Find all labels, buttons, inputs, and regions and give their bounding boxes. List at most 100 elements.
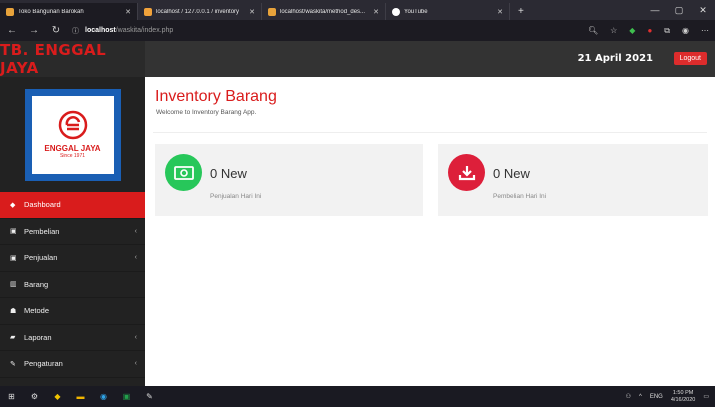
youtube-favicon-icon xyxy=(392,7,400,16)
extension-icon[interactable]: ◆ xyxy=(629,26,635,35)
sidebar-item-label: Pembelian xyxy=(24,226,60,236)
browser-tab-2[interactable]: localhost / 127.0.0.1 / inventory ✕ xyxy=(138,3,262,20)
close-tab-icon[interactable]: ✕ xyxy=(125,8,131,16)
sidebar-item-label: Penjualan xyxy=(24,253,58,263)
sidebar-item-label: Metode xyxy=(24,306,50,316)
chevron-up-icon[interactable]: ^ xyxy=(639,394,642,400)
chevron-left-icon: ‹ xyxy=(134,360,137,368)
money-icon: ▣ xyxy=(10,228,17,236)
sidebar-item-pembelian[interactable]: ▣ Pembelian ‹ xyxy=(0,219,145,245)
dashboard-icon: ◆ xyxy=(10,201,16,209)
tab-title: localhost/waskita/method_des... xyxy=(280,8,366,15)
chevron-left-icon: ‹ xyxy=(134,227,137,235)
browser-extensions: 🔍︎ ☆ ◆ ● ⧉ ◉ ⋯ xyxy=(588,26,709,36)
close-window-icon[interactable]: ✕ xyxy=(691,5,715,16)
clock-date: 4/16/2020 xyxy=(670,396,696,403)
system-tray: ⚇ ^ ENG 1:50 PM 4/16/2020 ▭ xyxy=(626,390,709,404)
back-icon[interactable]: ← xyxy=(6,25,18,36)
wrench-icon: ✎ xyxy=(10,360,16,368)
logo-name: ENGGAL JAYA xyxy=(44,144,101,153)
purchases-today-label: Pembelian Hari Ini xyxy=(493,193,547,200)
url-host: localhost xyxy=(85,27,116,34)
barcode-icon: ▥ xyxy=(10,281,17,289)
sidebar-item-pengaturan[interactable]: ✎ Pengaturan ‹ xyxy=(0,351,145,378)
app-icon[interactable]: ◆ xyxy=(52,391,63,402)
file-explorer-icon[interactable]: ▬ xyxy=(75,391,86,402)
logout-button[interactable]: Logout xyxy=(673,52,707,65)
app-header: TB. ENGGAL JAYA 21 April 2021 Logout xyxy=(0,41,715,77)
tab-title: localhost / 127.0.0.1 / inventory xyxy=(156,8,240,15)
url-field[interactable]: ⓘ localhost/waskita/index.php xyxy=(72,23,578,38)
browser-tab-4[interactable]: YouTube ✕ xyxy=(386,3,510,20)
url-path: /waskita/index.php xyxy=(115,27,174,34)
sidebar-item-label: Laporan xyxy=(24,332,52,342)
sidebar-item-dashboard[interactable]: ◆ Dashboard xyxy=(0,192,145,219)
tab-title: YouTube xyxy=(404,8,428,15)
settings-icon[interactable]: ⚙ xyxy=(29,391,40,402)
language-indicator[interactable]: ENG xyxy=(650,394,663,400)
purchases-today-value: 0 New xyxy=(493,166,530,181)
app-icon[interactable]: ✎ xyxy=(144,391,155,402)
edge-browser-icon[interactable]: ◉ xyxy=(98,391,109,402)
header-date: 21 April 2021 xyxy=(577,53,653,64)
close-tab-icon[interactable]: ✕ xyxy=(497,8,503,16)
favorite-star-icon[interactable]: ☆ xyxy=(610,26,617,35)
people-icon[interactable]: ⚇ xyxy=(626,393,631,400)
minimize-icon[interactable]: — xyxy=(643,5,667,15)
sidebar-item-barang[interactable]: ▥ Barang xyxy=(0,272,145,298)
close-tab-icon[interactable]: ✕ xyxy=(249,8,255,16)
sidebar-item-laporan[interactable]: ▰ Laporan ‹ xyxy=(0,325,145,351)
divider xyxy=(153,132,707,133)
download-icon xyxy=(448,154,485,191)
zoom-icon[interactable]: 🔍︎ xyxy=(588,26,598,35)
new-tab-button[interactable]: + xyxy=(510,3,532,20)
money-bill-icon xyxy=(165,154,202,191)
page-favicon-icon xyxy=(268,7,276,16)
browser-tab-strip: Toko Bangunan Barokah ✕ localhost / 127.… xyxy=(0,0,715,20)
extension-icon[interactable]: ● xyxy=(647,26,652,35)
sales-today-card: 0 New Penjualan Hari Ini xyxy=(155,144,423,216)
close-tab-icon[interactable]: ✕ xyxy=(373,8,379,16)
more-menu-icon[interactable]: ⋯ xyxy=(701,26,709,35)
profile-icon[interactable]: ◉ xyxy=(682,26,689,35)
excel-icon[interactable]: ▣ xyxy=(121,391,132,402)
enggal-jaya-logo-icon xyxy=(58,110,87,140)
window-controls: — ▢ ✕ xyxy=(643,0,715,20)
logo-area: ENGGAL JAYA Since 1971 xyxy=(0,77,145,192)
brand-title[interactable]: TB. ENGGAL JAYA xyxy=(0,41,145,77)
browser-address-bar: ← → ↻ ⓘ localhost/waskita/index.php 🔍︎ ☆… xyxy=(0,20,715,41)
page-title: Inventory Barang xyxy=(155,88,277,105)
windows-start-icon[interactable]: ⊞ xyxy=(6,391,17,402)
clock-time: 1:50 PM xyxy=(672,389,694,396)
sidebar-item-metode[interactable]: ☗ Metode xyxy=(0,298,145,325)
phpmyadmin-favicon-icon xyxy=(144,7,152,16)
info-icon[interactable]: ⓘ xyxy=(72,26,79,36)
os-taskbar: ⊞ ⚙ ◆ ▬ ◉ ▣ ✎ ⚇ ^ ENG 1:50 PM 4/16/2020 … xyxy=(0,386,715,407)
sidebar-item-label: Pengaturan xyxy=(24,359,63,369)
browser-tab-1[interactable]: Toko Bangunan Barokah ✕ xyxy=(0,3,138,20)
page-subtitle: Welcome to Inventory Barang App. xyxy=(156,109,257,116)
users-icon: ☗ xyxy=(10,307,17,315)
collections-icon[interactable]: ⧉ xyxy=(664,26,670,36)
browser-tab-3[interactable]: localhost/waskita/method_des... ✕ xyxy=(262,3,386,20)
book-icon: ▰ xyxy=(10,334,16,342)
store-favicon-icon xyxy=(6,7,14,16)
tab-title: Toko Bangunan Barokah xyxy=(18,8,84,15)
notifications-icon[interactable]: ▭ xyxy=(703,393,709,400)
clock[interactable]: 1:50 PM 4/16/2020 xyxy=(671,390,695,404)
main-content: Inventory Barang Welcome to Inventory Ba… xyxy=(145,77,715,386)
sidebar-item-label: Dashboard xyxy=(24,200,61,210)
sidebar: ENGGAL JAYA Since 1971 ◆ Dashboard ▣ Pem… xyxy=(0,77,145,386)
sales-today-label: Penjualan Hari Ini xyxy=(210,193,262,200)
maximize-icon[interactable]: ▢ xyxy=(667,5,691,16)
sidebar-item-penjualan[interactable]: ▣ Penjualan ‹ xyxy=(0,245,145,272)
company-logo: ENGGAL JAYA Since 1971 xyxy=(24,88,121,181)
sidebar-item-label: Barang xyxy=(24,279,49,289)
purchases-today-card: 0 New Pembelian Hari Ini xyxy=(438,144,708,216)
sales-today-value: 0 New xyxy=(210,166,247,181)
chevron-left-icon: ‹ xyxy=(134,254,137,262)
refresh-icon[interactable]: ↻ xyxy=(50,25,62,36)
forward-icon[interactable]: → xyxy=(28,25,40,36)
logo-since: Since 1971 xyxy=(59,153,86,159)
chevron-left-icon: ‹ xyxy=(134,333,137,341)
